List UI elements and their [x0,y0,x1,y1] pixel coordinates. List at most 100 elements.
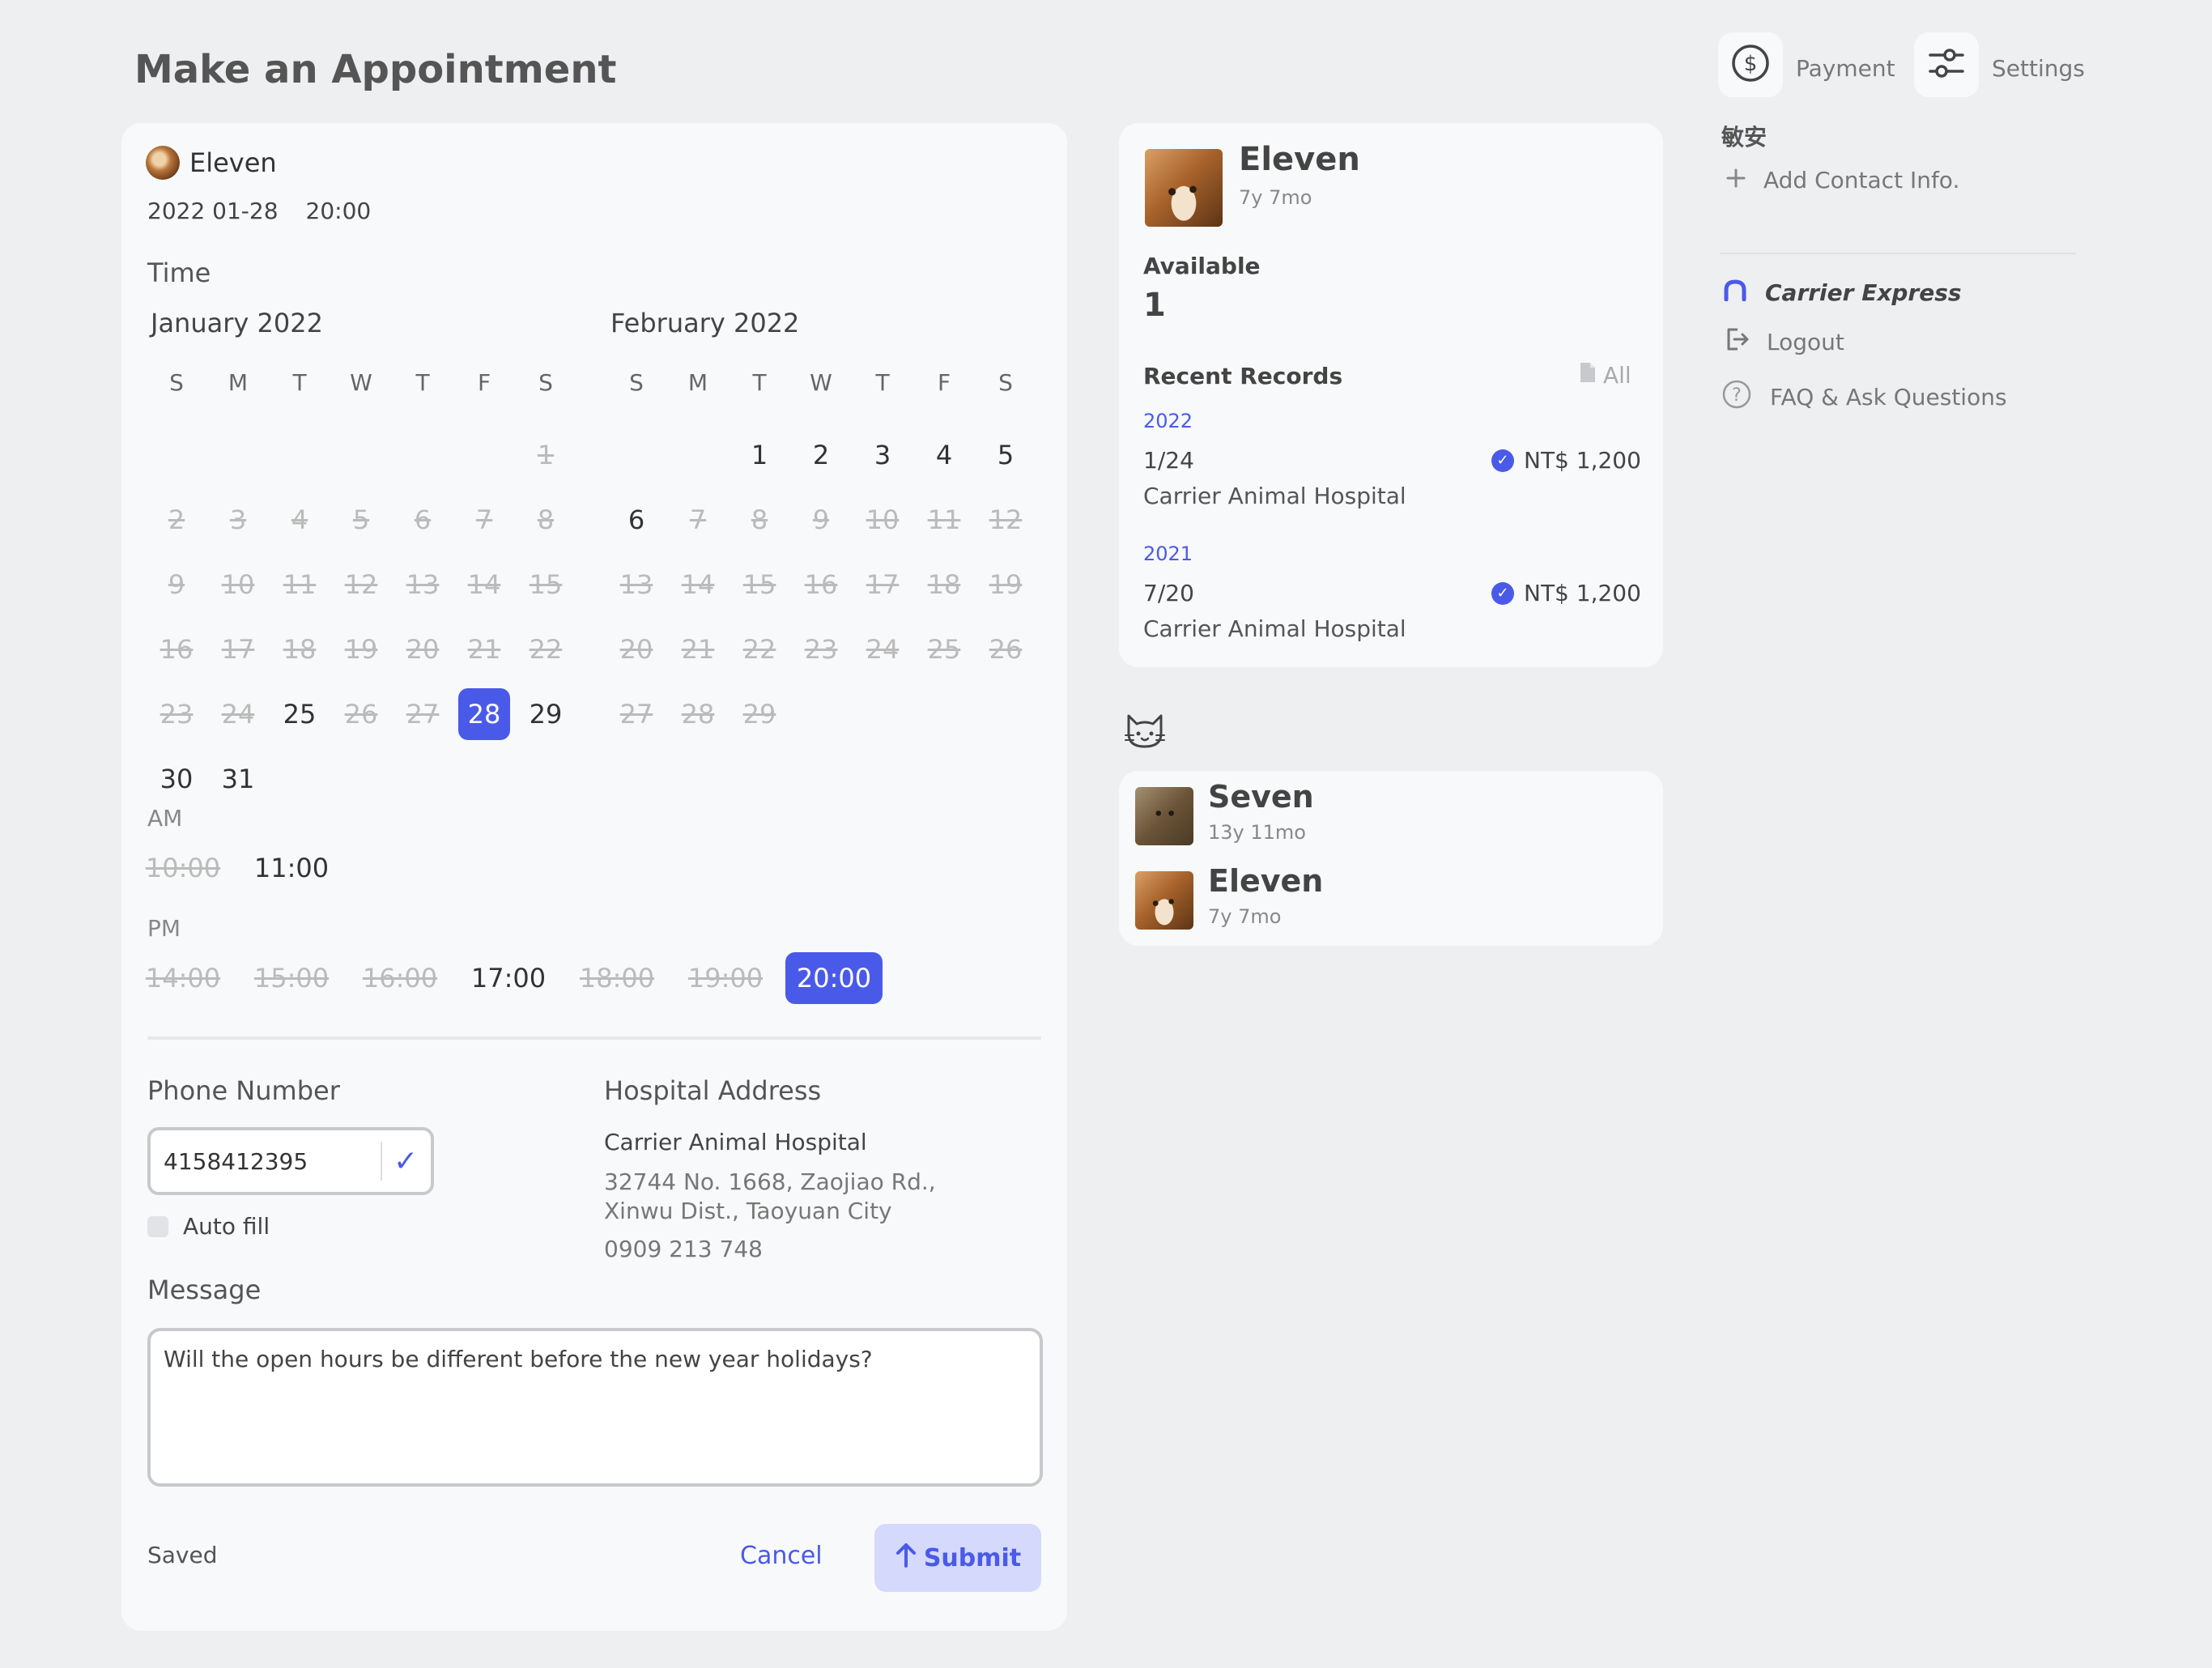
calendar-day[interactable]: 1 [734,429,785,481]
plus-icon [1726,167,1746,194]
calendar-day: 13 [406,569,440,600]
submit-button[interactable]: Submit [874,1524,1041,1592]
weekday-label: S [629,368,644,396]
record-price: ✓ NT$ 1,200 [1491,447,1641,474]
user-name: 敏安 [1721,124,1767,151]
document-icon [1579,361,1597,389]
time-section-label: Time [147,257,211,288]
calendar-day[interactable]: 4 [918,429,970,481]
calendar-day: 18 [927,569,961,600]
calendar-day-selected[interactable]: 28 [458,688,510,740]
time-slot: 19:00 [687,963,764,994]
faq-label: FAQ & Ask Questions [1770,384,2007,411]
calendar-day: 26 [989,634,1023,665]
cancel-button[interactable]: Cancel [740,1542,823,1570]
all-label: All [1603,362,1631,389]
available-label: Available [1143,253,1261,279]
payment-icon-button[interactable]: $ [1718,32,1783,97]
weekday-label: S [538,368,553,396]
calendar-day[interactable]: 30 [151,753,202,805]
arrow-up-icon [895,1542,917,1574]
calendar-day: 18 [283,634,317,665]
pet-photo [1135,787,1193,845]
calendar-day: 11 [283,569,317,600]
record-year: 2021 [1143,543,1193,565]
cat-icon [1124,711,1166,753]
calendar-day: 20 [619,634,653,665]
svg-text:?: ? [1732,385,1742,406]
calendar-day: 14 [681,569,715,600]
calendar-day[interactable]: 5 [980,429,1032,481]
calendar-day: 24 [221,699,255,730]
calendar-day[interactable]: 31 [212,753,264,805]
hospital-name: Carrier Animal Hospital [604,1129,867,1155]
calendar-day: 28 [681,699,715,730]
save-status: Saved [147,1542,218,1568]
weekday-label: T [415,368,430,396]
calendar-day[interactable]: 3 [857,429,908,481]
phone-separator [381,1142,382,1181]
time-slot[interactable]: 11:00 [243,842,340,894]
calendar-day: 8 [537,504,555,535]
sliders-icon [1927,45,1966,84]
add-contact-button[interactable]: Add Contact Info. [1726,167,1959,194]
time-slot: 15:00 [253,963,330,994]
record-price-value: NT$ 1,200 [1524,580,1641,606]
phone-value: 4158412395 [164,1147,308,1175]
record-date: 1/24 [1143,447,1194,474]
weekday-label: W [810,368,832,396]
calendar-day: 11 [927,504,961,535]
time-slot: 10:00 [145,853,221,883]
check-icon: ✓ [393,1144,419,1178]
pet-list-name: Seven [1208,779,1314,815]
selected-pet-name: Eleven [189,147,277,178]
time-slot[interactable]: 17:00 [460,952,557,1004]
weekday-label: S [169,368,184,396]
calendar-day[interactable]: 25 [274,688,325,740]
calendar-day: 10 [866,504,900,535]
logout-button[interactable]: Logout [1726,327,1844,357]
calendar-day: 29 [742,699,776,730]
calendar-day: 23 [804,634,838,665]
all-records-link[interactable]: All [1579,361,1631,389]
payment-label[interactable]: Payment [1796,55,1895,82]
logout-label: Logout [1767,329,1844,355]
recent-records-label: Recent Records [1143,363,1343,389]
autofill-checkbox[interactable] [147,1215,168,1237]
appointment-date: 2022 01-28 [147,198,279,224]
pet-list-item-seven[interactable]: Seven 13y 11mo [1119,771,1663,855]
calendar-days: 1 2 3 4 5 6 7 8 9 10 11 12 13 14 15 16 17 18 19 20 21 22 23 24 2… [146,423,575,811]
dollar-icon: $ [1730,43,1771,87]
section-divider [147,1036,1041,1040]
calendar-day[interactable]: 2 [795,429,847,481]
calendar-day[interactable]: 29 [520,688,572,740]
pet-list-item-eleven[interactable]: Eleven 7y 7mo [1119,855,1663,939]
calendar-month-title: January 2022 [151,308,323,338]
calendar-day: 25 [927,634,961,665]
pet-profile-card: Eleven 7y 7mo Available 1 Recent Records… [1119,123,1663,667]
message-textarea[interactable]: Will the open hours be different before … [147,1328,1043,1487]
calendar-day: 5 [352,504,370,535]
calendar-day: 24 [866,634,900,665]
hospital-phone: 0909 213 748 [604,1236,763,1262]
message-label: Message [147,1274,262,1305]
carrier-express-link[interactable]: Carrier Express [1723,279,1962,307]
autofill-option[interactable]: Auto fill [147,1213,270,1240]
settings-label[interactable]: Settings [1992,55,2085,82]
pet-list-name: Eleven [1208,863,1324,899]
appointment-datetime: 2022 01-28 20:00 [147,198,371,224]
calendar-day: 3 [229,504,247,535]
weekday-header: SMTWTFS [606,358,1035,423]
time-slot: 16:00 [362,963,438,994]
calendar-month-title: February 2022 [610,308,800,338]
time-slot: 14:00 [145,963,221,994]
record-price: ✓ NT$ 1,200 [1491,580,1641,606]
settings-icon-button[interactable] [1914,32,1979,97]
calendar-day: 22 [529,634,563,665]
phone-input[interactable]: 4158412395 ✓ [147,1127,434,1195]
time-slot: 18:00 [579,963,655,994]
selected-pet: Eleven [146,146,277,180]
faq-button[interactable]: ? FAQ & Ask Questions [1721,379,2007,415]
time-slot-selected[interactable]: 20:00 [785,952,883,1004]
calendar-day[interactable]: 6 [610,494,662,546]
